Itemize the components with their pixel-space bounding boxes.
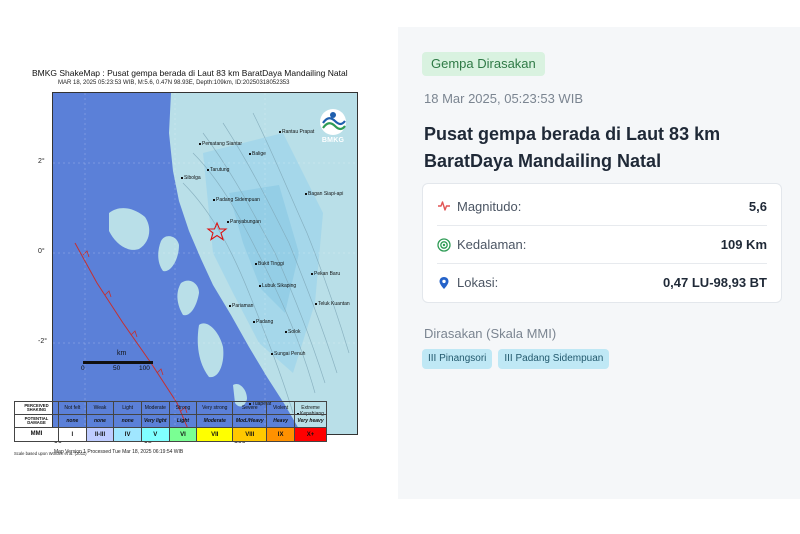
legend-cell: Violent [266,401,295,415]
place-label: Lubuk Sikaping [259,283,296,289]
legend-cell: none [113,414,142,428]
mmi-swatch: VI [168,427,198,442]
scale-tick: 0 [81,365,85,372]
felt-location-chip[interactable]: III Pinangsori [422,349,493,369]
legend-cell: Moderate [140,401,170,415]
scale-tick: 100 [139,365,150,372]
legend-cell: Very strong [196,401,234,415]
shakemap-subtitle: MAR 18, 2025 05:23:53 WIB, M:5.6, 0.47N … [58,80,290,86]
mmi-swatch: I [58,427,87,442]
legend-cell: Mod./Heavy [232,414,268,428]
depth-label: Kedalaman: [457,237,527,252]
legend-header: MMI [14,427,59,442]
target-icon [437,237,451,252]
bmkg-logo: BMKG [315,107,351,151]
bmkg-logo-text: BMKG [321,137,345,144]
place-label: Pekan Baru [311,271,340,277]
legend-row-mmi: MMI I II-III IV V VI VII VIII IX X+ [14,427,327,442]
place-label: Padang [253,319,273,325]
place-label: Sungai Penuh [271,351,305,357]
activity-icon [437,199,451,213]
place-label: Rantau Prapat [279,129,314,135]
depth-row: Kedalaman: 109 Km [437,225,767,263]
magnitude-value: 5,6 [748,198,767,214]
lat-label: -2° [38,338,48,345]
mmi-swatch: X+ [294,427,327,442]
map-scale-bar: km 0 50 100 [81,350,163,374]
legend-cell: none [85,414,115,428]
place-label: Sibolga [181,175,201,181]
mmi-swatch: VII [196,427,234,442]
lat-label: 2° [38,158,45,165]
scale-tick: 50 [113,365,121,372]
place-label: Solok [285,329,301,335]
legend-cell: Extreme [294,401,327,415]
legend-cell: none [58,414,87,428]
legend-cell: Strong [168,401,198,415]
scale-unit: km [117,350,127,357]
place-label: Teluk Kuantan [315,301,350,307]
mmi-legend-table: PERCEIVED SHAKING Not felt Weak Light Mo… [14,401,327,442]
location-value: 0,47 LU-98,93 BT [662,275,767,290]
place-label: Tarutung [207,167,229,173]
legend-scale-note: Scale based upon Worden et al. (2011) [14,451,87,456]
bmkg-logo-icon [320,109,346,135]
legend-cell: Heavy [266,414,295,428]
mmi-swatch: IV [113,427,142,442]
felt-status-badge: Gempa Dirasakan [422,52,545,76]
earthquake-info-panel: Gempa Dirasakan 18 Mar 2025, 05:23:53 WI… [398,27,800,499]
legend-row-shaking: PERCEIVED SHAKING Not felt Weak Light Mo… [14,401,327,415]
legend-header: POTENTIAL DAMAGE [14,414,59,428]
felt-locations: III Pinangsori III Padang Sidempuan [422,349,610,369]
location-row: Lokasi: 0,47 LU-98,93 BT [437,263,767,301]
scale-bar-line [83,361,153,364]
magnitude-label: Magnitudo: [457,198,522,214]
place-label: Pematang Siantar [199,141,242,147]
mmi-swatch: VIII [232,427,268,442]
mmi-swatch: IX [266,427,295,442]
legend-cell: Not felt [58,401,87,415]
legend-cell: Very light [140,414,170,428]
lat-label: 0° [38,248,45,255]
legend-cell: Weak [85,401,115,415]
legend-header: PERCEIVED SHAKING [14,401,59,415]
place-label: Panyabungan [227,219,261,225]
event-headline: Pusat gempa berada di Laut 83 km BaratDa… [424,124,721,171]
place-label: Bukit Tinggi [255,261,284,267]
event-details-card: Magnitudo: 5,6 Kedalaman: 109 Km Lokasi:… [422,183,782,303]
location-label: Lokasi: [457,275,499,290]
shakemap-title: BMKG ShakeMap : Pusat gempa berada di La… [32,68,348,78]
felt-location-chip[interactable]: III Padang Sidempuan [498,349,610,369]
location-pin-icon [437,276,451,290]
felt-section-title: Dirasakan (Skala MMI) [424,326,557,341]
shakemap-image: Pematang Siantar Balige Bagan Siapi-api … [52,92,358,435]
legend-cell: Severe [232,401,268,415]
legend-cell: Moderate [196,414,234,428]
legend-cell: Light [168,414,198,428]
event-timestamp: 18 Mar 2025, 05:23:53 WIB [424,91,583,106]
place-label: Pariaman [229,303,253,309]
mmi-swatch: V [140,427,170,442]
place-label: Balige [249,151,266,157]
legend-cell: Light [113,401,142,415]
legend-cell: Very heavy [294,414,327,428]
depth-value: 109 Km [720,237,767,252]
mmi-swatch: II-III [85,427,115,442]
place-label: Bagan Siapi-api [305,191,343,197]
shakemap-figure: BMKG ShakeMap : Pusat gempa berada di La… [28,66,358,458]
legend-row-damage: POTENTIAL DAMAGE none none none Very lig… [14,414,327,428]
place-label: Padang Sidempuan [213,197,260,203]
magnitude-row: Magnitudo: 5,6 [437,187,767,225]
